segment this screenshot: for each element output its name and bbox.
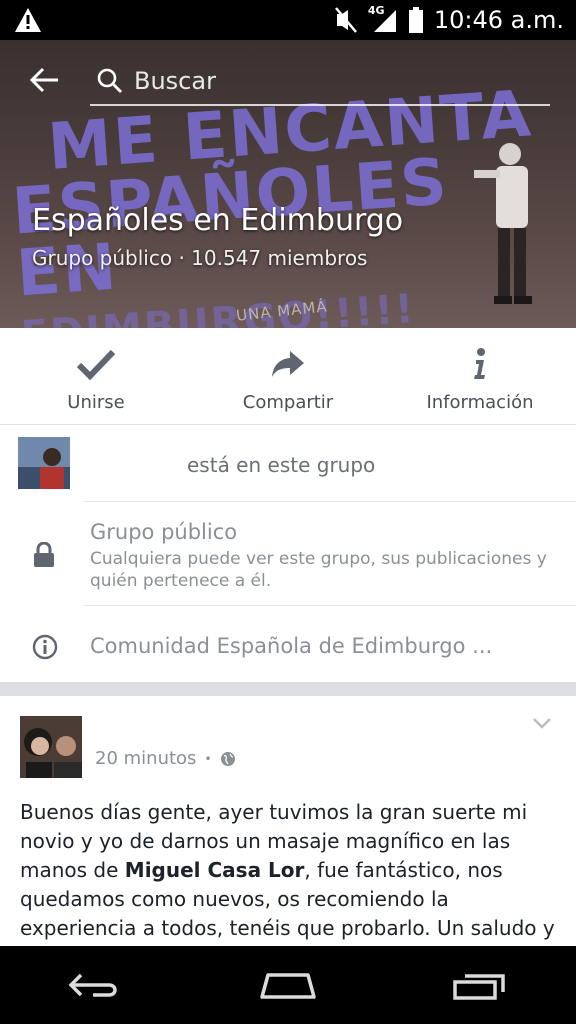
signal-icon: 4G [368, 4, 398, 34]
member-name-redacted [90, 453, 182, 473]
mentioned-person-link[interactable]: Miguel Casa Lor [125, 858, 305, 882]
member-avatar[interactable] [18, 437, 70, 489]
info-icon [474, 348, 485, 379]
group-cover: ME ENCANTA ESPAÑOLES EN EDIMBURGO!!!!! U… [0, 40, 576, 328]
feed-post: 20 minutos • Buenos días gente, ayer tuv… [0, 696, 576, 946]
lock-icon [34, 542, 54, 567]
search-placeholder: Buscar [134, 67, 216, 95]
post-meta: 20 minutos • [95, 748, 236, 769]
privacy-description: Cualquiera puede ver este grupo, sus pub… [90, 549, 547, 591]
back-arrow-icon[interactable] [28, 62, 64, 98]
friend-member-row[interactable]: está en este grupo [0, 425, 576, 501]
check-icon [76, 349, 116, 381]
post-time: 20 minutos [95, 748, 197, 769]
search-icon [97, 68, 122, 93]
share-button[interactable]: Compartir [192, 328, 384, 424]
post-body: Buenos días gente, ayer tuvimos la gran … [20, 798, 560, 943]
group-name: Españoles en Edimburgo [32, 203, 404, 238]
clock: 10:46 a.m. [433, 6, 564, 34]
meta-separator: • [204, 751, 212, 766]
globe-icon [220, 751, 235, 766]
section-separator [0, 682, 576, 696]
back-nav-icon[interactable] [67, 970, 123, 1000]
info-button[interactable]: Información [384, 328, 576, 424]
search-bar[interactable]: Buscar [90, 58, 550, 106]
member-row-text: está en este grupo [187, 453, 376, 477]
join-label: Unirse [67, 392, 125, 413]
share-label: Compartir [242, 392, 334, 413]
share-icon [272, 351, 304, 377]
privacy-row: Grupo público Cualquiera puede ver este … [0, 502, 576, 606]
info-label: Información [426, 392, 534, 413]
community-row[interactable]: Comunidad Española de Edimburgo ... [0, 606, 576, 682]
status-bar: 4G 10:46 a.m. [0, 0, 576, 40]
mute-icon [334, 7, 357, 33]
privacy-title: Grupo público [90, 520, 238, 544]
warning-icon [15, 8, 41, 32]
info-circle-icon [32, 634, 58, 660]
stencil-figure [474, 143, 532, 304]
battery-icon [408, 7, 423, 33]
android-nav-bar [0, 946, 576, 1024]
home-nav-icon[interactable] [258, 969, 318, 1001]
chevron-down-icon[interactable] [532, 716, 552, 730]
join-button[interactable]: Unirse [0, 328, 192, 424]
post-author-avatar[interactable] [20, 716, 82, 778]
community-text: Comunidad Española de Edimburgo ... [90, 634, 493, 658]
group-actions: Unirse Compartir Información [0, 328, 576, 425]
recent-apps-icon[interactable] [452, 970, 509, 1000]
group-meta: Grupo público · 10.547 miembros [32, 246, 368, 270]
